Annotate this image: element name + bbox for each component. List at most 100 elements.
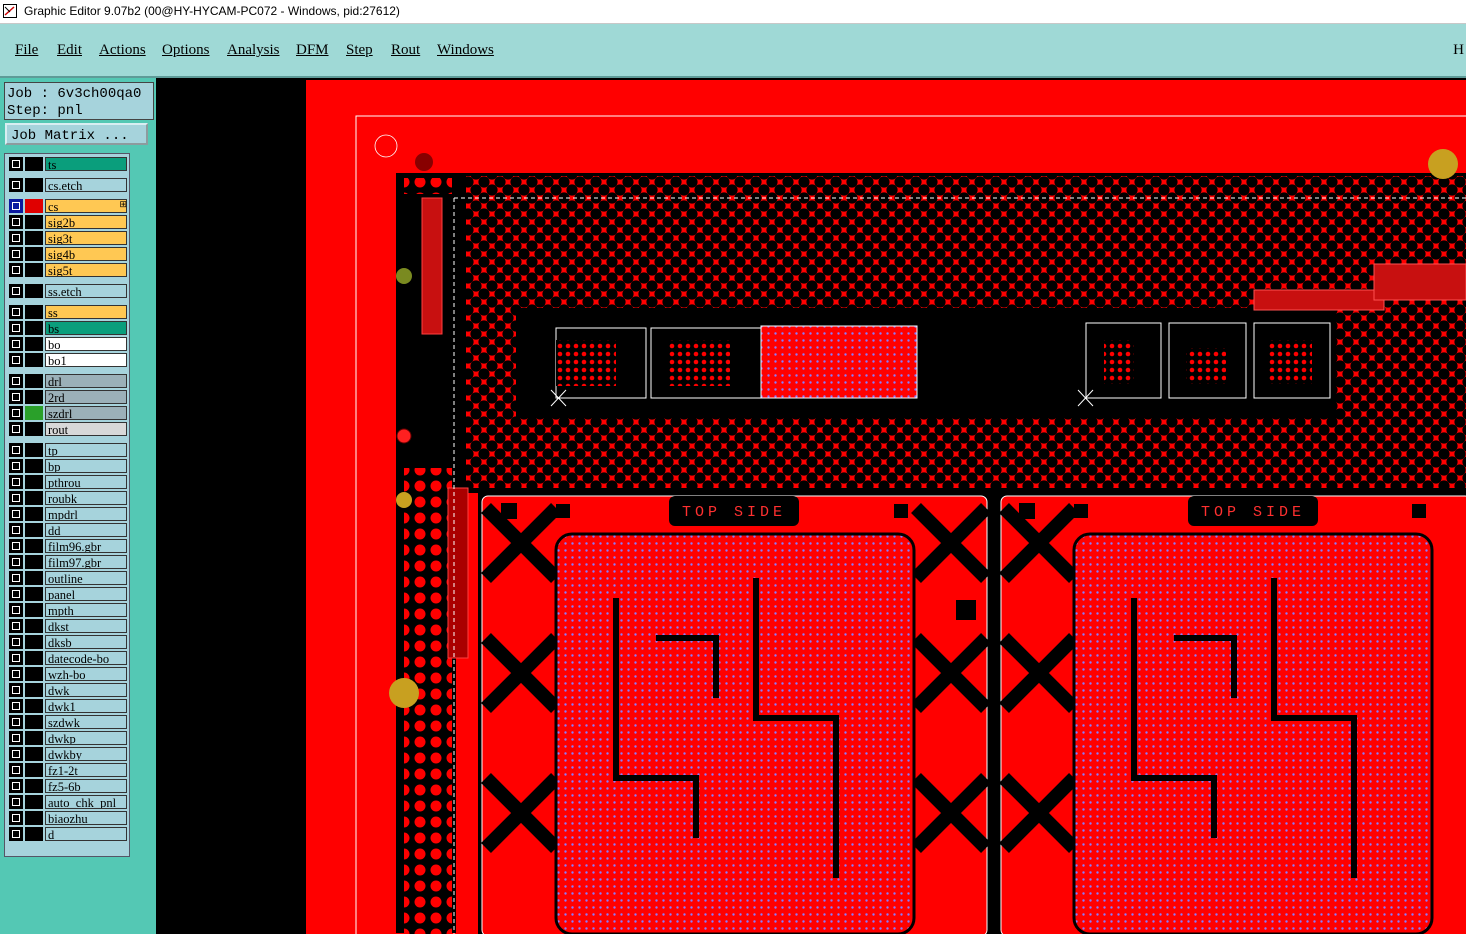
menu-windows[interactable]: Windows [437, 42, 494, 59]
layer-color-indicator[interactable] [25, 374, 43, 388]
layer-checkbox[interactable] [9, 747, 23, 761]
layer-color-indicator[interactable] [25, 779, 43, 793]
layer-row-mpth[interactable]: mpth [9, 603, 129, 617]
layer-checkbox[interactable] [9, 157, 23, 171]
menu-analysis[interactable]: Analysis [227, 42, 280, 59]
layer-row-wzh-bo[interactable]: wzh-bo [9, 667, 129, 681]
layer-row-datecode-bo[interactable]: datecode-bo [9, 651, 129, 665]
layer-checkbox[interactable] [9, 731, 23, 745]
layer-color-indicator[interactable] [25, 390, 43, 404]
layer-name[interactable]: szdwk [45, 715, 127, 729]
layer-color-indicator[interactable] [25, 587, 43, 601]
layer-name[interactable]: ss [45, 305, 127, 319]
layer-color-indicator[interactable] [25, 603, 43, 617]
layer-checkbox[interactable] [9, 321, 23, 335]
layer-name[interactable]: sig5t [45, 263, 127, 277]
layer-color-indicator[interactable] [25, 539, 43, 553]
layer-checkbox[interactable] [9, 603, 23, 617]
layer-checkbox[interactable] [9, 699, 23, 713]
layer-color-indicator[interactable] [25, 747, 43, 761]
layer-name[interactable]: dksb [45, 635, 127, 649]
layer-checkbox[interactable] [9, 683, 23, 697]
layer-row-mpdrl[interactable]: mpdrl [9, 507, 129, 521]
layer-row-film97-gbr[interactable]: film97.gbr [9, 555, 129, 569]
job-matrix-button[interactable]: Job Matrix ... [5, 123, 148, 145]
layer-name[interactable]: roubk [45, 491, 127, 505]
layer-name[interactable]: biaozhu [45, 811, 127, 825]
layer-row-dksb[interactable]: dksb [9, 635, 129, 649]
layer-name[interactable]: dd [45, 523, 127, 537]
layer-row-rout[interactable]: rout [9, 422, 129, 436]
layer-name[interactable]: cs [45, 199, 127, 213]
layer-name[interactable]: datecode-bo [45, 651, 127, 665]
layer-checkbox[interactable] [9, 215, 23, 229]
layer-name[interactable]: mpdrl [45, 507, 127, 521]
layer-checkbox[interactable] [9, 231, 23, 245]
menu-file[interactable]: File [15, 42, 38, 59]
layer-row-bp[interactable]: bp [9, 459, 129, 473]
graphics-canvas[interactable]: TOP SIDE TOP SIDE [156, 78, 1466, 934]
layer-name[interactable]: 2rd [45, 390, 127, 404]
layer-name[interactable]: pthrou [45, 475, 127, 489]
layer-row-fz5-6b[interactable]: fz5-6b [9, 779, 129, 793]
layer-name[interactable]: dwkby [45, 747, 127, 761]
layer-color-indicator[interactable] [25, 827, 43, 841]
layer-row-sig5t[interactable]: sig5t [9, 263, 129, 277]
layer-row-auto-chk-pnl[interactable]: auto_chk_pnl [9, 795, 129, 809]
layer-row-cs-etch[interactable]: cs.etch [9, 178, 129, 192]
layer-checkbox[interactable] [9, 587, 23, 601]
layer-name[interactable]: sig3t [45, 231, 127, 245]
layer-color-indicator[interactable] [25, 651, 43, 665]
layer-row-szdrl[interactable]: szdrl [9, 406, 129, 420]
layer-color-indicator[interactable] [25, 199, 43, 213]
layer-name[interactable]: tp [45, 443, 127, 457]
layer-row-2rd[interactable]: 2rd [9, 390, 129, 404]
layer-color-indicator[interactable] [25, 683, 43, 697]
layer-row-roubk[interactable]: roubk [9, 491, 129, 505]
layer-name[interactable]: d [45, 827, 127, 841]
layer-color-indicator[interactable] [25, 422, 43, 436]
layer-row-bo[interactable]: bo [9, 337, 129, 351]
layer-checkbox[interactable] [9, 178, 23, 192]
layer-name[interactable]: bp [45, 459, 127, 473]
layer-name[interactable]: panel [45, 587, 127, 601]
layer-row-ss-etch[interactable]: ss.etch [9, 284, 129, 298]
layer-color-indicator[interactable] [25, 231, 43, 245]
layer-checkbox[interactable] [9, 459, 23, 473]
layer-color-indicator[interactable] [25, 337, 43, 351]
layer-name[interactable]: wzh-bo [45, 667, 127, 681]
layer-row-drl[interactable]: drl [9, 374, 129, 388]
layer-row-panel[interactable]: panel [9, 587, 129, 601]
layer-color-indicator[interactable] [25, 555, 43, 569]
layer-name[interactable]: dwk1 [45, 699, 127, 713]
layer-color-indicator[interactable] [25, 305, 43, 319]
layer-color-indicator[interactable] [25, 763, 43, 777]
layer-name[interactable]: cs.etch [45, 178, 127, 192]
layer-checkbox[interactable] [9, 811, 23, 825]
layer-name[interactable]: sig2b [45, 215, 127, 229]
layer-checkbox[interactable] [9, 443, 23, 457]
layer-color-indicator[interactable] [25, 491, 43, 505]
layer-name[interactable]: dkst [45, 619, 127, 633]
layer-name[interactable]: ts [45, 157, 127, 171]
layer-checkbox[interactable] [9, 555, 23, 569]
layer-color-indicator[interactable] [25, 699, 43, 713]
layer-checkbox[interactable] [9, 715, 23, 729]
layer-row-cs[interactable]: cs ⊞ [9, 199, 129, 213]
layer-color-indicator[interactable] [25, 443, 43, 457]
layer-row-biaozhu[interactable]: biaozhu [9, 811, 129, 825]
layer-name[interactable]: bs [45, 321, 127, 335]
layer-color-indicator[interactable] [25, 178, 43, 192]
layer-row-pthrou[interactable]: pthrou [9, 475, 129, 489]
layer-color-indicator[interactable] [25, 523, 43, 537]
layer-checkbox[interactable] [9, 199, 23, 213]
layer-color-indicator[interactable] [25, 571, 43, 585]
menu-dfm[interactable]: DFM [296, 42, 329, 59]
layer-row-dkst[interactable]: dkst [9, 619, 129, 633]
layer-checkbox[interactable] [9, 523, 23, 537]
layer-checkbox[interactable] [9, 390, 23, 404]
layer-color-indicator[interactable] [25, 619, 43, 633]
layer-row-sig2b[interactable]: sig2b [9, 215, 129, 229]
layer-color-indicator[interactable] [25, 475, 43, 489]
layer-color-indicator[interactable] [25, 157, 43, 171]
